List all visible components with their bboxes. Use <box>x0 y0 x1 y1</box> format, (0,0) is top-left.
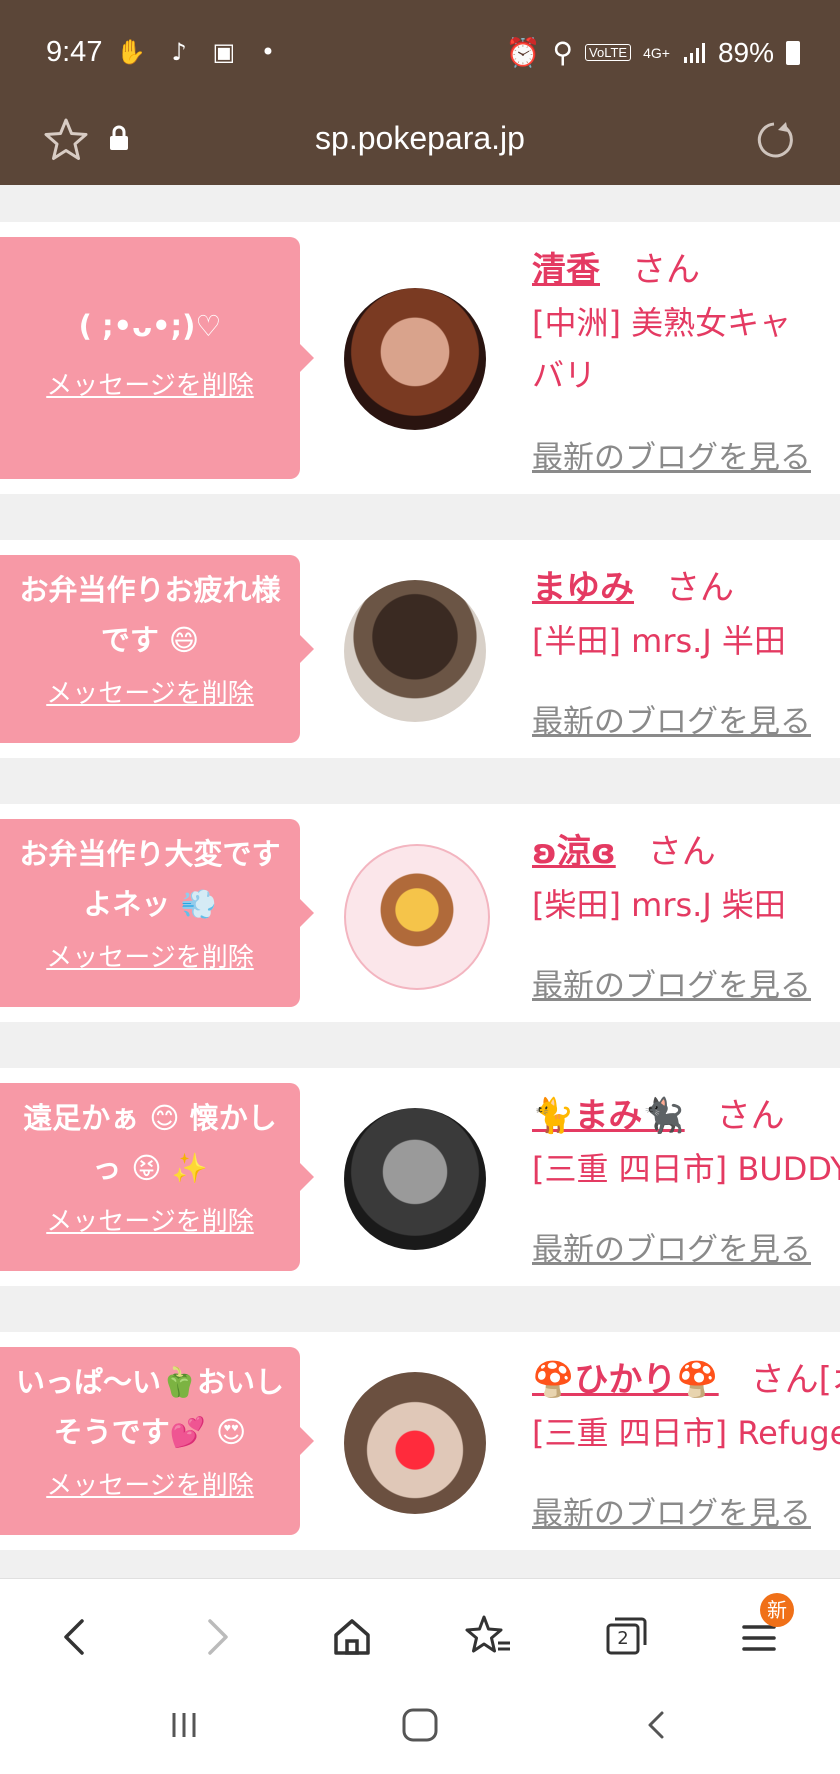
tabs-button[interactable]: 2 <box>598 1609 654 1665</box>
message-card: お弁当作り大変ですよネッ 💨 メッセージを削除 ʚ涼ɞ さん [柴田] mrs.J… <box>0 804 840 1022</box>
message-bubble: お弁当作りお疲れ様です 😄 メッセージを削除 <box>0 555 314 743</box>
status-bar: 9:47 ✋ ♪ ▣ • ⏰ ⚲ VoLTE 4G+ 89% <box>0 32 840 76</box>
address-bar[interactable]: sp.pokepara.jp <box>0 110 840 170</box>
message-bubble: ( ;•ᴗ•;)♡ メッセージを削除 <box>0 237 314 479</box>
music-notification-icon: ♪ <box>171 38 187 66</box>
delete-message-link[interactable]: メッセージを削除 <box>0 1201 300 1238</box>
honorific: さん <box>716 1096 785 1136</box>
user-info: 清香 さん [中洲] 美熟女キャバリ <box>532 242 840 401</box>
system-back-icon[interactable] <box>638 1707 674 1743</box>
message-card: ( ;•ᴗ•;)♡ メッセージを削除 清香 さん [中洲] 美熟女キャバリ 最新の… <box>0 222 840 494</box>
message-bubble: いっぱ〜い🫑おいしそうです💕 😍 メッセージを削除 <box>0 1347 314 1535</box>
alarm-icon: ⏰ <box>505 37 541 68</box>
reload-icon[interactable] <box>752 118 796 162</box>
honorific: さん[オ <box>750 1360 840 1400</box>
name-line: 🍄ひかり🍄 さん[オ <box>532 1352 840 1401</box>
home-button-icon[interactable] <box>400 1707 440 1743</box>
back-arrow-icon[interactable] <box>48 1609 104 1665</box>
message-card: 遠足かぁ 😊 懐かしっ 😝 ✨ メッセージを削除 🐈まみ🐈‍⬛ さん [三重 四日… <box>0 1068 840 1286</box>
message-text: 遠足かぁ 😊 懐かしっ 😝 ✨ <box>23 1101 277 1185</box>
user-name-link[interactable]: 🐈まみ🐈‍⬛ <box>532 1096 685 1136</box>
forward-arrow-icon[interactable] <box>188 1609 244 1665</box>
latest-blog-link[interactable]: 最新のブログを見る <box>532 960 811 1005</box>
shop-name: [半田] mrs.J 半田 <box>532 622 786 660</box>
delete-message-link[interactable]: メッセージを削除 <box>0 673 300 710</box>
user-info: まゆみ さん [半田] mrs.J 半田 <box>532 560 840 667</box>
message-text: お弁当作りお疲れ様です 😄 <box>19 573 281 657</box>
message-text: いっぱ〜い🫑おいしそうです💕 😍 <box>15 1365 285 1449</box>
name-line: 🐈まみ🐈‍⬛ さん <box>532 1088 840 1137</box>
user-name-link[interactable]: まゆみ <box>532 568 634 608</box>
menu-new-badge: 新 <box>760 1593 794 1627</box>
message-text: お弁当作り大変ですよネッ 💨 <box>19 837 281 921</box>
honorific: さん <box>632 250 700 290</box>
more-notifications-dot-icon: • <box>260 38 275 66</box>
status-time: 9:47 <box>46 36 103 68</box>
delete-message-link[interactable]: メッセージを削除 <box>0 1465 300 1502</box>
avatar[interactable] <box>344 844 490 990</box>
latest-blog-link[interactable]: 最新のブログを見る <box>532 1224 811 1269</box>
message-bubble: 遠足かぁ 😊 懐かしっ 😝 ✨ メッセージを削除 <box>0 1083 314 1271</box>
user-info: 🍄ひかり🍄 さん[オ [三重 四日市] Refuge <box>532 1352 840 1459</box>
message-card: お弁当作りお疲れ様です 😄 メッセージを削除 まゆみ さん [半田] mrs.J … <box>0 540 840 758</box>
user-info: 🐈まみ🐈‍⬛ さん [三重 四日市] BUDDY <box>532 1088 840 1195</box>
honorific: さん <box>647 832 716 872</box>
user-name-link[interactable]: ʚ涼ɞ <box>532 832 616 872</box>
user-name-link[interactable]: 🍄ひかり🍄 <box>532 1360 719 1400</box>
latest-blog-link[interactable]: 最新のブログを見る <box>532 1488 811 1533</box>
home-icon[interactable] <box>324 1609 380 1665</box>
avatar[interactable] <box>344 580 486 722</box>
notification-icons: ✋ ♪ ▣ • <box>116 38 293 66</box>
recent-apps-icon[interactable] <box>166 1707 202 1743</box>
battery-percent: 89% <box>717 36 774 68</box>
latest-blog-link[interactable]: 最新のブログを見る <box>532 432 811 477</box>
signal-strength-icon <box>683 42 705 63</box>
location-icon: ⚲ <box>552 37 574 68</box>
browser-header: 9:47 ✋ ♪ ▣ • ⏰ ⚲ VoLTE 4G+ 89% sp.pokepa… <box>0 0 840 185</box>
name-line: まゆみ さん <box>532 560 840 609</box>
avatar[interactable] <box>344 1108 486 1250</box>
honorific: さん <box>666 568 734 608</box>
message-card: いっぱ〜い🫑おいしそうです💕 😍 メッセージを削除 🍄ひかり🍄 さん[オ [三重 … <box>0 1332 840 1550</box>
browser-bottom-nav: 2 新 <box>0 1578 840 1774</box>
gallery-notification-icon: ▣ <box>212 38 236 66</box>
user-info: ʚ涼ɞ さん [柴田] mrs.J 柴田 <box>532 824 840 931</box>
app-notification-icon: ✋ <box>116 38 146 66</box>
network-type-icon: 4G+ <box>643 44 670 61</box>
system-indicators: ⏰ ⚲ VoLTE 4G+ 89% <box>506 36 800 69</box>
avatar[interactable] <box>344 1372 486 1514</box>
delete-message-link[interactable]: メッセージを削除 <box>0 937 300 974</box>
name-line: ʚ涼ɞ さん <box>532 824 840 873</box>
shop-name: [中洲] 美熟女キャバリ <box>532 304 792 394</box>
user-name-link[interactable]: 清香 <box>532 250 600 290</box>
latest-blog-link[interactable]: 最新のブログを見る <box>532 696 811 741</box>
shop-name: [柴田] mrs.J 柴田 <box>532 886 786 924</box>
delete-message-link[interactable]: メッセージを削除 <box>0 365 300 402</box>
bookmarks-icon[interactable] <box>460 1609 516 1665</box>
name-line: 清香 さん <box>532 242 840 291</box>
message-text: ( ;•ᴗ•;)♡ <box>78 309 222 343</box>
avatar[interactable] <box>344 288 486 430</box>
shop-name: [三重 四日市] BUDDY <box>532 1150 840 1188</box>
volte-icon: VoLTE <box>585 44 632 61</box>
message-bubble: お弁当作り大変ですよネッ 💨 メッセージを削除 <box>0 819 314 1007</box>
url-text[interactable]: sp.pokepara.jp <box>0 120 840 157</box>
battery-icon <box>786 40 800 65</box>
tabs-count: 2 <box>617 1628 629 1649</box>
shop-name: [三重 四日市] Refuge <box>532 1414 840 1452</box>
